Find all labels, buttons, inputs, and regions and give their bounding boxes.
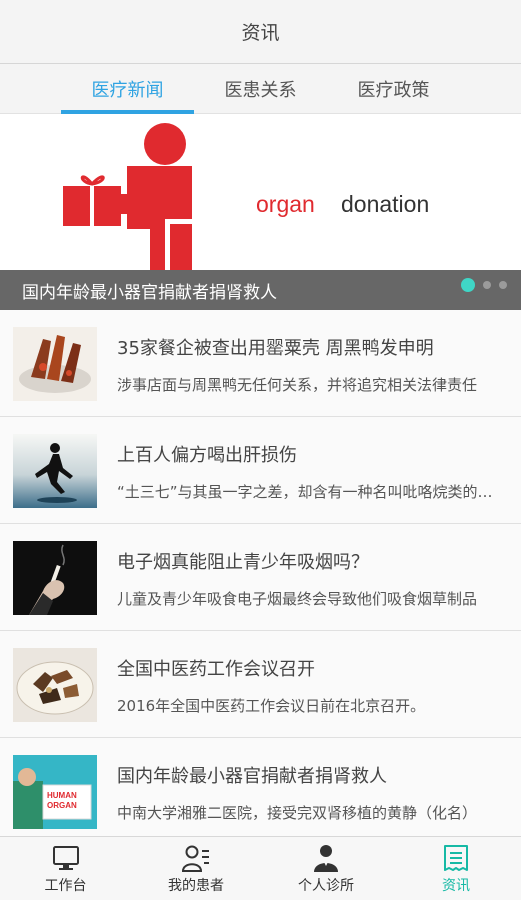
nav-workbench[interactable]: 工作台 <box>0 837 131 900</box>
tab-medical-policy[interactable]: 医疗政策 <box>327 64 460 114</box>
carousel-dot <box>499 281 507 289</box>
news-summary: 儿童及青少年吸食电子烟最终会导致他们吸食烟草制品 <box>117 590 478 608</box>
food-dish-thumbnail <box>13 327 97 401</box>
news-item[interactable]: HUMAN ORGAN 国内年龄最小器官捐献者捐肾救人 中南大学湘雅二医院，接受… <box>0 738 521 845</box>
svg-text:ORGAN: ORGAN <box>47 801 77 810</box>
nav-news[interactable]: 资讯 <box>391 837 521 900</box>
banner-carousel[interactable]: organ donation 国内年龄最小器官捐献者捐肾救人 <box>0 114 521 310</box>
tab-label: 医疗新闻 <box>91 80 164 101</box>
nav-label: 个人诊所 <box>298 878 354 894</box>
carousel-dot <box>483 281 491 289</box>
organ-donation-banner-image: organ donation <box>0 114 521 270</box>
news-icon <box>444 845 468 871</box>
news-title: 全国中医药工作会议召开 <box>117 659 315 680</box>
banner-caption: 国内年龄最小器官捐献者捐肾救人 <box>0 270 521 310</box>
news-summary: 涉事店面与周黑鸭无任何关系，并将追究相关法律责任 <box>117 376 478 394</box>
herbal-medicine-thumbnail <box>13 648 97 722</box>
cigarette-hand-thumbnail <box>13 541 97 615</box>
news-title: 国内年龄最小器官捐献者捐肾救人 <box>117 766 387 787</box>
title-bar: 资讯 <box>0 0 521 64</box>
monitor-icon <box>52 846 79 870</box>
news-item[interactable]: 35家餐企被查出用罂粟壳 周黑鸭发申明 涉事店面与周黑鸭无任何关系，并将追究相关… <box>0 310 521 417</box>
svg-text:HUMAN: HUMAN <box>47 791 77 800</box>
news-title: 电子烟真能阻止青少年吸烟吗？ <box>117 552 369 573</box>
news-item[interactable]: 电子烟真能阻止青少年吸烟吗？ 儿童及青少年吸食电子烟最终会导致他们吸食烟草制品 <box>0 524 521 631</box>
nav-my-patients[interactable]: 我的患者 <box>131 837 261 900</box>
news-item[interactable]: 全国中医药工作会议召开 2016年全国中医药工作会议日前在北京召开。 <box>0 631 521 738</box>
carousel-dot-active <box>461 278 475 292</box>
runner-thumbnail <box>13 434 97 508</box>
news-item[interactable]: 上百人偏方喝出肝损伤 “土三七”与其虽一字之差，却含有一种名叫吡咯烷类的生物碱 <box>0 417 521 524</box>
doctor-icon <box>314 845 338 872</box>
tab-label: 医疗政策 <box>357 80 430 101</box>
page-title: 资讯 <box>241 22 280 44</box>
patients-icon <box>181 845 209 872</box>
news-tabs: 医疗新闻 医患关系 医疗政策 <box>0 64 521 114</box>
banner-art-word: donation <box>341 191 429 217</box>
tab-label: 医患关系 <box>224 80 297 101</box>
carousel-indicator <box>461 278 507 292</box>
nav-label: 工作台 <box>44 878 87 894</box>
banner-art-word: organ <box>256 191 315 217</box>
news-summary: “土三七”与其虽一字之差，却含有一种名叫吡咯烷类的生物碱 <box>117 483 497 501</box>
news-summary: 中南大学湘雅二医院，接受完双肾移植的黄静（化名） <box>117 804 478 822</box>
nav-personal-clinic[interactable]: 个人诊所 <box>261 837 391 900</box>
tab-medical-news[interactable]: 医疗新闻 <box>61 64 194 114</box>
tab-doctor-patient[interactable]: 医患关系 <box>194 64 327 114</box>
organ-box-thumbnail: HUMAN ORGAN <box>13 755 97 829</box>
bottom-navigation: 工作台 我的患者 个人诊所 资讯 <box>0 836 521 900</box>
news-title: 上百人偏方喝出肝损伤 <box>117 445 297 466</box>
news-title: 35家餐企被查出用罂粟壳 周黑鸭发申明 <box>117 338 434 359</box>
nav-label: 资讯 <box>442 878 470 894</box>
news-summary: 2016年全国中医药工作会议日前在北京召开。 <box>117 697 426 715</box>
news-list: 35家餐企被查出用罂粟壳 周黑鸭发申明 涉事店面与周黑鸭无任何关系，并将追究相关… <box>0 310 521 845</box>
nav-label: 我的患者 <box>168 878 224 894</box>
